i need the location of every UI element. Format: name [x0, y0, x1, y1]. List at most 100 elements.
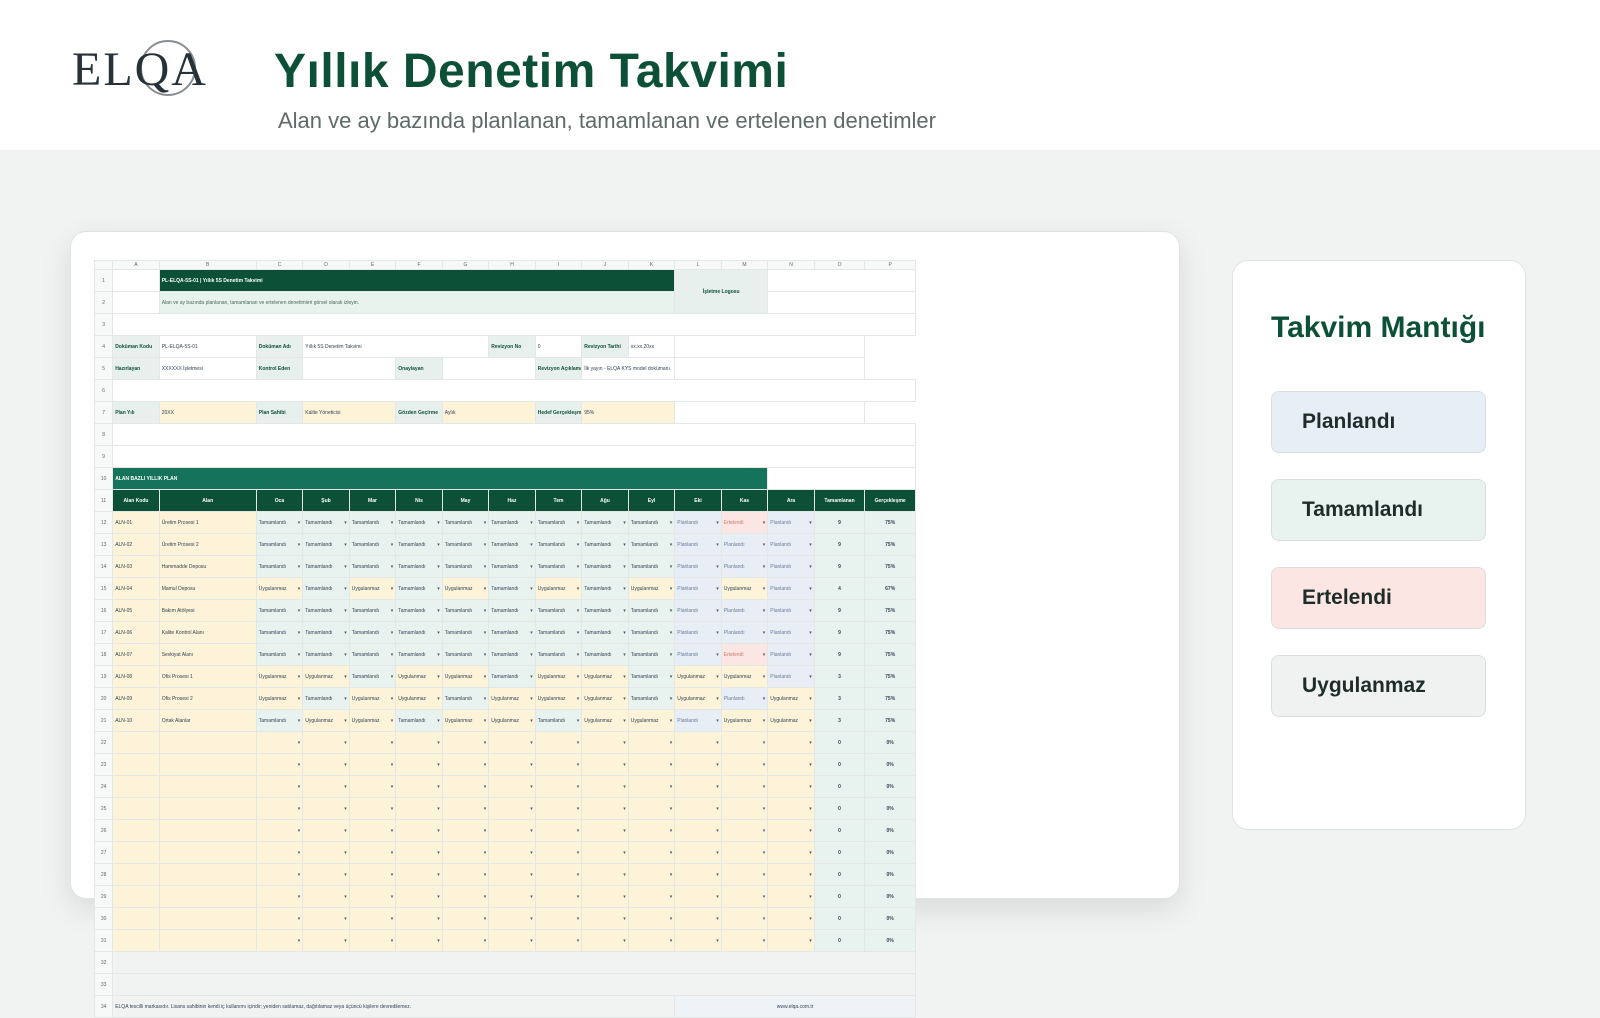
status-dropdown[interactable]: [395, 885, 443, 908]
status-dropdown[interactable]: [767, 753, 815, 776]
status-dropdown[interactable]: Tamamlandı: [255, 643, 304, 666]
status-dropdown[interactable]: [488, 863, 536, 886]
status-dropdown[interactable]: [395, 863, 443, 886]
status-dropdown[interactable]: Tamamlandı: [348, 643, 397, 666]
status-dropdown[interactable]: Uygulanmaz: [581, 665, 629, 688]
area-name-cell[interactable]: [158, 797, 257, 820]
status-dropdown[interactable]: Planlandı: [674, 709, 722, 732]
area-name-cell[interactable]: [158, 841, 257, 864]
status-dropdown[interactable]: [581, 907, 629, 930]
status-dropdown[interactable]: [255, 841, 304, 864]
status-dropdown[interactable]: Tamamlandı: [441, 621, 490, 644]
status-dropdown[interactable]: [534, 753, 583, 776]
status-dropdown[interactable]: Planlandı: [767, 555, 815, 578]
status-dropdown[interactable]: Uygulanmaz: [302, 665, 350, 688]
status-dropdown[interactable]: Planlandı: [767, 643, 815, 666]
status-dropdown[interactable]: [488, 841, 536, 864]
status-dropdown[interactable]: Uygulanmaz: [534, 687, 583, 710]
area-code-cell[interactable]: [112, 797, 160, 820]
status-dropdown[interactable]: Tamamlandı: [395, 533, 443, 556]
status-dropdown[interactable]: Tamamlandı: [348, 599, 397, 622]
status-dropdown[interactable]: [441, 885, 490, 908]
status-dropdown[interactable]: [302, 797, 350, 820]
status-dropdown[interactable]: [395, 797, 443, 820]
status-dropdown[interactable]: [441, 731, 490, 754]
status-dropdown[interactable]: [581, 753, 629, 776]
status-dropdown[interactable]: [534, 841, 583, 864]
status-dropdown[interactable]: Uygulanmaz: [348, 709, 397, 732]
status-dropdown[interactable]: [534, 819, 583, 842]
status-dropdown[interactable]: [302, 819, 350, 842]
area-code-cell[interactable]: [112, 819, 160, 842]
status-dropdown[interactable]: Tamamlandı: [395, 709, 443, 732]
status-dropdown[interactable]: Tamamlandı: [348, 555, 397, 578]
status-dropdown[interactable]: [348, 797, 397, 820]
status-dropdown[interactable]: Planlandı: [767, 599, 815, 622]
status-dropdown[interactable]: [302, 929, 350, 952]
status-dropdown[interactable]: Tamamlandı: [488, 555, 536, 578]
status-dropdown[interactable]: Tamamlandı: [534, 599, 583, 622]
status-dropdown[interactable]: Planlandı: [767, 621, 815, 644]
status-dropdown[interactable]: Uygulanmaz: [441, 665, 490, 688]
status-dropdown[interactable]: [348, 775, 397, 798]
status-dropdown[interactable]: Planlandı: [674, 599, 722, 622]
status-dropdown[interactable]: Uygulanmaz: [534, 665, 583, 688]
status-dropdown[interactable]: Uygulanmaz: [441, 709, 490, 732]
area-code-cell[interactable]: [112, 885, 160, 908]
status-dropdown[interactable]: Uygulanmaz: [534, 577, 583, 600]
status-dropdown[interactable]: [627, 863, 676, 886]
status-dropdown[interactable]: [674, 819, 722, 842]
status-dropdown[interactable]: Tamamlandı: [302, 533, 350, 556]
status-dropdown[interactable]: Uygulanmaz: [720, 709, 769, 732]
status-dropdown[interactable]: [767, 797, 815, 820]
status-dropdown[interactable]: Tamamlandı: [627, 621, 676, 644]
status-dropdown[interactable]: Tamamlandı: [255, 599, 304, 622]
status-dropdown[interactable]: [302, 775, 350, 798]
status-dropdown[interactable]: [627, 929, 676, 952]
status-dropdown[interactable]: Tamamlandı: [581, 577, 629, 600]
status-dropdown[interactable]: Tamamlandı: [348, 621, 397, 644]
status-dropdown[interactable]: Tamamlandı: [302, 599, 350, 622]
status-dropdown[interactable]: Tamamlandı: [534, 511, 583, 534]
status-dropdown[interactable]: [395, 929, 443, 952]
status-dropdown[interactable]: Tamamlandı: [255, 511, 304, 534]
status-dropdown[interactable]: [581, 819, 629, 842]
status-dropdown[interactable]: [348, 731, 397, 754]
status-dropdown[interactable]: Planlandı: [674, 533, 722, 556]
status-dropdown[interactable]: Tamamlandı: [348, 533, 397, 556]
status-dropdown[interactable]: Tamamlandı: [534, 533, 583, 556]
area-code-cell[interactable]: [112, 731, 160, 754]
status-dropdown[interactable]: [581, 885, 629, 908]
status-dropdown[interactable]: Tamamlandı: [627, 599, 676, 622]
status-dropdown[interactable]: Tamamlandı: [302, 687, 350, 710]
status-dropdown[interactable]: [441, 775, 490, 798]
status-dropdown[interactable]: [348, 753, 397, 776]
status-dropdown[interactable]: Uygulanmaz: [488, 687, 536, 710]
status-dropdown[interactable]: [534, 731, 583, 754]
status-dropdown[interactable]: [441, 753, 490, 776]
status-dropdown[interactable]: [255, 775, 304, 798]
status-dropdown[interactable]: [627, 907, 676, 930]
status-dropdown[interactable]: [674, 929, 722, 952]
area-name-cell[interactable]: [158, 863, 257, 886]
status-dropdown[interactable]: [488, 753, 536, 776]
status-dropdown[interactable]: [255, 819, 304, 842]
status-dropdown[interactable]: [255, 797, 304, 820]
status-dropdown[interactable]: [767, 819, 815, 842]
status-dropdown[interactable]: Tamamlandı: [627, 555, 676, 578]
area-name-cell[interactable]: [158, 775, 257, 798]
status-dropdown[interactable]: [720, 841, 769, 864]
status-dropdown[interactable]: [534, 907, 583, 930]
status-dropdown[interactable]: Uygulanmaz: [674, 665, 722, 688]
status-dropdown[interactable]: Tamamlandı: [441, 555, 490, 578]
area-code-cell[interactable]: [112, 863, 160, 886]
status-dropdown[interactable]: [255, 929, 304, 952]
status-dropdown[interactable]: [255, 731, 304, 754]
status-dropdown[interactable]: [534, 863, 583, 886]
status-dropdown[interactable]: [302, 885, 350, 908]
status-dropdown[interactable]: [488, 797, 536, 820]
status-dropdown[interactable]: [395, 753, 443, 776]
status-dropdown[interactable]: Tamamlandı: [255, 621, 304, 644]
area-code-cell[interactable]: [112, 929, 160, 952]
status-dropdown[interactable]: Tamamlandı: [441, 643, 490, 666]
